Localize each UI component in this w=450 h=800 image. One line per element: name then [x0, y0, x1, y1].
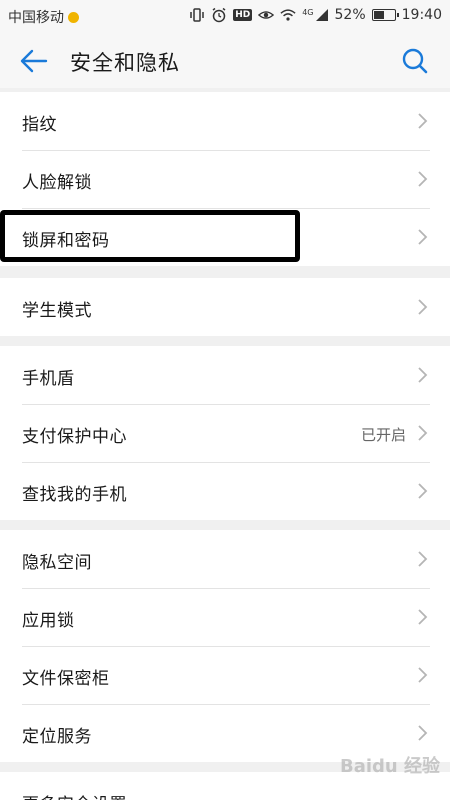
item-label: 定位服务 — [22, 727, 92, 747]
item-label: 更多安全设置 — [22, 790, 127, 800]
chevron-right-icon — [418, 229, 428, 245]
list-item-app-lock[interactable]: 应用锁 — [0, 588, 450, 646]
item-label: 文件保密柜 — [22, 669, 110, 689]
battery-percent: 52% — [334, 7, 366, 23]
notification-dot-icon — [68, 11, 79, 23]
search-button[interactable] — [400, 46, 430, 76]
baidu-watermark: Baidu 经验 — [339, 756, 440, 777]
status-bar: 中国移动 HD 4G 52% 19:40 — [0, 0, 450, 34]
chevron-right-icon — [418, 551, 428, 567]
hd-icon: HD — [233, 9, 253, 21]
item-label: 指纹 — [22, 115, 57, 135]
carrier-label: 中国移动 — [8, 10, 64, 26]
back-button[interactable] — [18, 47, 50, 75]
list-item-student-mode[interactable]: 学生模式 — [0, 278, 450, 336]
status-value: 已开启 — [360, 426, 406, 444]
alarm-icon — [211, 7, 227, 23]
settings-group-4: 隐私空间 应用锁 文件保密柜 定位服务 — [0, 530, 450, 762]
item-label: 手机盾 — [22, 369, 75, 389]
page-title: 安全和隐私 — [70, 51, 180, 75]
chevron-right-icon — [418, 425, 428, 441]
highlight-box — [0, 210, 300, 262]
settings-group-3: 手机盾 支付保护中心 已开启 查找我的手机 — [0, 346, 450, 520]
list-item-phone-shield[interactable]: 手机盾 — [0, 346, 450, 404]
chevron-right-icon — [418, 299, 428, 315]
status-left: 中国移动 — [8, 7, 79, 27]
list-item-payment-protection[interactable]: 支付保护中心 已开启 — [0, 404, 450, 462]
chevron-right-icon — [418, 483, 428, 499]
settings-group-2: 学生模式 — [0, 278, 450, 336]
wifi-icon — [280, 7, 296, 23]
chevron-right-icon — [418, 725, 428, 741]
chevron-right-icon — [418, 367, 428, 383]
status-right: HD 4G 52% 19:40 — [189, 7, 442, 23]
list-item-file-safe[interactable]: 文件保密柜 — [0, 646, 450, 704]
item-label: 隐私空间 — [22, 553, 92, 573]
item-label: 学生模式 — [22, 301, 92, 321]
arrow-left-icon — [20, 49, 48, 73]
item-label: 应用锁 — [22, 611, 75, 631]
list-item-fingerprint[interactable]: 指纹 — [0, 92, 450, 150]
item-label: 查找我的手机 — [22, 485, 127, 505]
item-label: 支付保护中心 — [22, 427, 127, 447]
item-label: 人脸解锁 — [22, 173, 92, 193]
list-item-private-space[interactable]: 隐私空间 — [0, 530, 450, 588]
clock: 19:40 — [401, 7, 442, 23]
list-item-find-my-phone[interactable]: 查找我的手机 — [0, 462, 450, 520]
eye-comfort-icon — [258, 7, 275, 23]
vibrate-icon — [189, 7, 205, 23]
signal-icon: 4G — [302, 8, 328, 22]
chevron-right-icon — [418, 171, 428, 187]
chevron-right-icon — [418, 609, 428, 625]
network-type-label: 4G — [302, 8, 314, 17]
list-item-face-unlock[interactable]: 人脸解锁 — [0, 150, 450, 208]
app-header: 安全和隐私 — [0, 34, 450, 88]
search-icon — [402, 48, 428, 74]
battery-icon — [371, 9, 399, 21]
chevron-right-icon — [418, 667, 428, 683]
chevron-right-icon — [418, 113, 428, 129]
